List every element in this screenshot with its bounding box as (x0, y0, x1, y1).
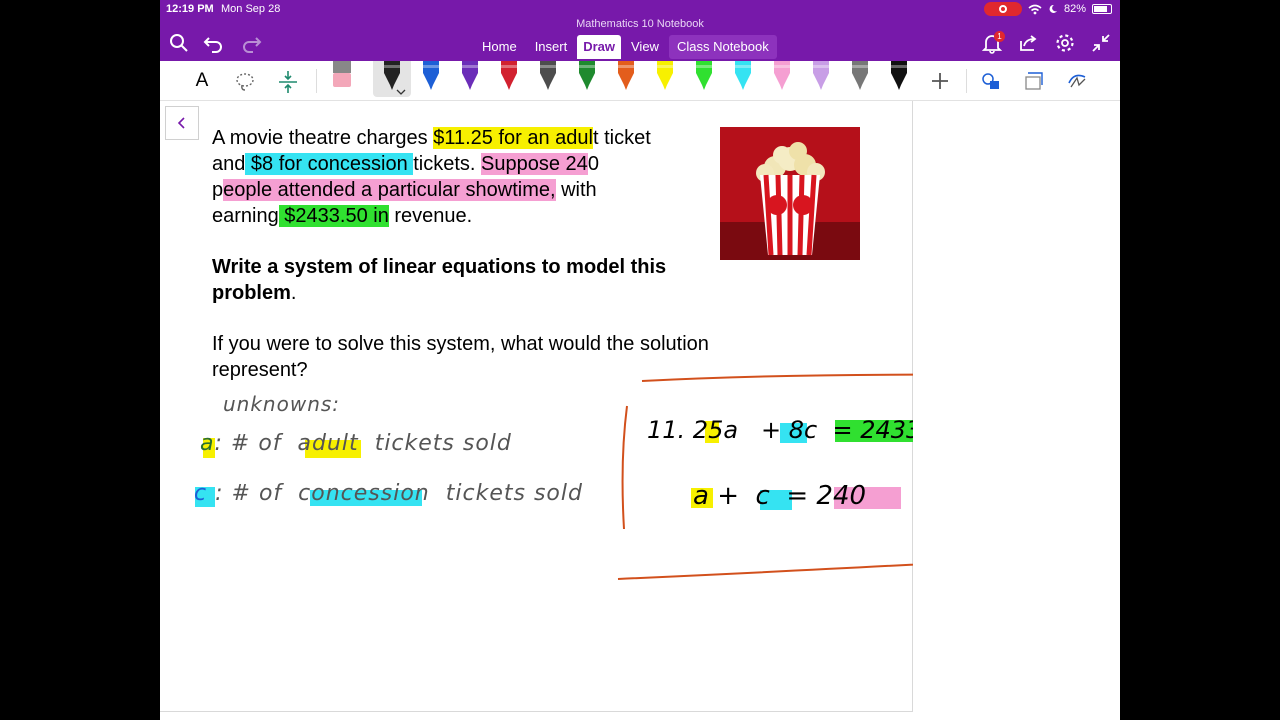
app-header: 12:19 PM Mon Sep 28 Mathematics 10 Noteb… (160, 0, 1120, 61)
equation-box-left-ink (621, 405, 628, 530)
moon-icon (1049, 4, 1057, 13)
undo-icon[interactable] (203, 32, 225, 54)
handwriting-a-definition: a: # of adult tickets sold (200, 431, 512, 456)
insert-space-icon[interactable] (277, 69, 299, 95)
status-date: Mon Sep 28 (221, 3, 281, 15)
pen-9-icon[interactable] (693, 61, 715, 91)
status-indicators: 82% (983, 2, 1112, 16)
tab-home[interactable]: Home (474, 35, 525, 59)
shapes-icon[interactable] (980, 70, 1002, 92)
battery-percent: 82% (1063, 3, 1086, 15)
tab-class-notebook[interactable]: Class Notebook (668, 35, 777, 59)
share-icon[interactable] (1017, 32, 1039, 54)
status-time: 12:19 PM (166, 3, 214, 15)
notebook-page[interactable]: A movie theatre charges $11.25 for an ad… (160, 101, 959, 712)
draw-toolbar: A (160, 61, 1120, 101)
pen-5-icon[interactable] (537, 61, 559, 91)
pen-2-icon[interactable] (420, 61, 442, 91)
screen-recording-icon (983, 2, 1022, 16)
pen-3-icon[interactable] (459, 61, 481, 91)
settings-gear-icon[interactable] (1054, 32, 1076, 54)
pen-12-icon[interactable] (810, 61, 832, 91)
pen-10-icon[interactable] (732, 61, 754, 91)
pen-4-icon[interactable] (498, 61, 520, 91)
redo-icon[interactable] (240, 32, 262, 54)
handwriting-unknowns: unknowns: (223, 392, 341, 416)
pen-11-icon[interactable] (771, 61, 793, 91)
wifi-icon (1028, 4, 1042, 14)
tab-view[interactable]: View (623, 35, 667, 59)
add-pen-icon[interactable] (929, 70, 951, 92)
pen-14-icon[interactable] (888, 61, 910, 91)
page-margin-area (913, 101, 1120, 720)
notifications-button[interactable]: 1 (981, 31, 1005, 54)
pen-7-icon[interactable] (615, 61, 637, 91)
battery-icon (1092, 4, 1112, 14)
ribbon-tabs: Home Insert Draw View Class Notebook (474, 33, 779, 61)
fullscreen-collapse-icon[interactable] (1090, 32, 1112, 54)
tab-insert[interactable]: Insert (527, 35, 576, 59)
handwriting-c-definition: c : # of concession tickets sold (194, 481, 583, 506)
pen-13-icon[interactable] (849, 61, 871, 91)
notebook-title: Mathematics 10 Notebook (576, 18, 704, 30)
onenote-screen: 12:19 PM Mon Sep 28 Mathematics 10 Noteb… (160, 0, 1120, 720)
lasso-select-icon[interactable] (234, 71, 256, 93)
ink-replay-icon[interactable] (1065, 69, 1089, 93)
ink-to-shape-icon[interactable] (1022, 69, 1046, 93)
battery-level (1094, 6, 1108, 12)
search-icon[interactable] (168, 32, 190, 54)
eraser-icon[interactable] (332, 61, 352, 89)
tab-draw[interactable]: Draw (577, 35, 621, 59)
pen-6-icon[interactable] (576, 61, 598, 91)
pen-8-icon[interactable] (654, 61, 676, 91)
notification-badge: 1 (994, 31, 1005, 42)
pen-1-icon[interactable] (381, 61, 403, 91)
equation-2: a + c = 240 (693, 481, 867, 511)
equation-box-ink (617, 373, 913, 580)
text-tool-button[interactable]: A (190, 61, 214, 101)
